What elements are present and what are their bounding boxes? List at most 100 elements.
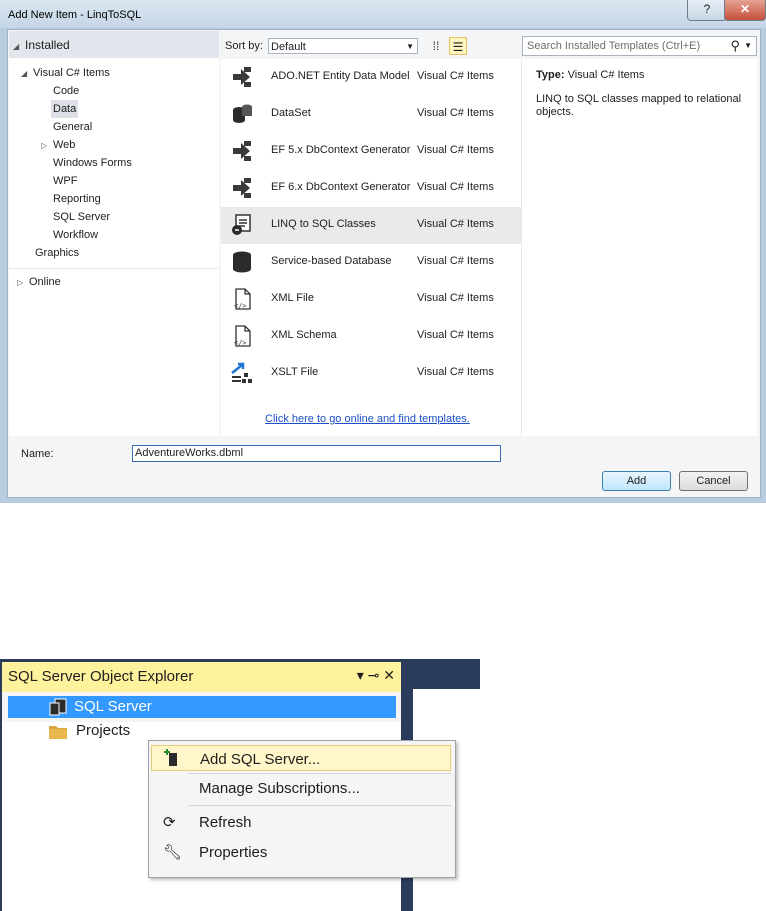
database-icon (233, 104, 252, 123)
tree-item-web[interactable]: ▷ Web (41, 136, 75, 154)
template-info-panel: Type: Visual C# Items LINQ to SQL classe… (522, 59, 757, 436)
tree-item-sql-server[interactable]: SQL Server (53, 208, 110, 226)
svg-text:</>: </> (234, 339, 247, 347)
template-row-service-db[interactable]: Service-based Database Visual C# Items (221, 244, 521, 281)
template-category: Visual C# Items (417, 255, 494, 267)
svg-text:</>: </> (234, 302, 247, 310)
explorer-title: SQL Server Object Explorer (8, 668, 194, 685)
wrench-icon: 🔧︎ (163, 844, 183, 861)
tree-item-windows-forms[interactable]: Windows Forms (53, 154, 132, 172)
sql-server-object-explorer: SQL Server Object Explorer ▾ ⊸ ✕ ⟳ SQL S… (0, 659, 480, 911)
template-row-xslt-file[interactable]: XSLT File Visual C# Items (221, 355, 521, 392)
tree-item-reporting[interactable]: Reporting (53, 190, 101, 208)
linq-icon (232, 214, 251, 235)
list-view-button[interactable]: ☰ (449, 37, 467, 55)
template-category: Visual C# Items (417, 144, 494, 156)
sort-value: Default (271, 41, 306, 53)
tree-item-general[interactable]: General (53, 118, 92, 136)
sort-label: Sort by: (225, 40, 263, 52)
template-category: Visual C# Items (417, 292, 494, 304)
tree-item-visual-csharp[interactable]: ◢ Visual C# Items (21, 64, 110, 82)
menu-item-properties[interactable]: 🔧︎ Properties (151, 839, 451, 865)
sql-server-icon (49, 698, 67, 716)
add-button[interactable]: Add (602, 471, 671, 491)
template-name: ADO.NET Entity Data Model (271, 70, 410, 82)
template-name: EF 6.x DbContext Generator (271, 181, 411, 193)
expand-triangle-icon[interactable]: ◢ (13, 38, 25, 56)
template-row-linq-to-sql[interactable]: LINQ to SQL Classes Visual C# Items (221, 207, 521, 244)
tree-item-code[interactable]: Code (53, 82, 79, 100)
template-name: EF 5.x DbContext Generator (271, 144, 411, 156)
dialog-client: ◢ Installed ◢ Visual C# Items Code Data Ge… (7, 29, 761, 498)
sort-dropdown[interactable]: Default ▼ (268, 38, 418, 54)
tree-item-wpf[interactable]: WPF (53, 172, 77, 190)
close-button[interactable]: ✕ (724, 0, 766, 21)
cancel-button[interactable]: Cancel (679, 471, 748, 491)
template-row-ef6[interactable]: EF 6.x DbContext Generator Visual C# Ite… (221, 170, 521, 207)
category-tree: ◢ Installed ◢ Visual C# Items Code Data Ge… (9, 31, 219, 436)
tree-item-graphics[interactable]: Graphics (35, 244, 79, 262)
tree-item-workflow[interactable]: Workflow (53, 226, 98, 244)
xslt-icon (231, 362, 252, 383)
tree-node-sql-server[interactable]: SQL Server (8, 696, 396, 718)
template-row-ado-net[interactable]: ADO.NET Entity Data Model Visual C# Item… (221, 59, 521, 96)
menu-item-refresh[interactable]: ⟳ Refresh (151, 809, 451, 835)
entity-model-icon (233, 141, 251, 161)
expand-triangle-icon[interactable]: ◢ (21, 65, 33, 83)
context-menu: Add SQL Server... Manage Subscriptions..… (148, 740, 456, 878)
template-row-dataset[interactable]: DataSet Visual C# Items (221, 96, 521, 133)
entity-model-icon (233, 67, 251, 87)
info-type-value: Visual C# Items (567, 69, 645, 81)
refresh-icon: ⟳ (163, 814, 176, 831)
template-name: Service-based Database (271, 255, 392, 267)
grid-icon: ⁞⁞ (432, 39, 440, 53)
template-name: XSLT File (271, 366, 319, 378)
add-server-icon (164, 749, 177, 766)
name-label: Name: (21, 448, 54, 460)
installed-section[interactable]: ◢ Installed (9, 31, 219, 58)
search-input[interactable]: Search Installed Templates (Ctrl+E) ⚲ ▼ (522, 36, 757, 56)
window-title: Add New Item - LinqToSQL (8, 9, 142, 21)
xml-file-icon: </> (234, 325, 251, 347)
template-row-xml-schema[interactable]: </> XML Schema Visual C# Items (221, 318, 521, 355)
online-templates-link[interactable]: Click here to go online and find templat… (265, 413, 470, 425)
template-category: Visual C# Items (417, 366, 494, 378)
tree-node-projects[interactable]: Projects (8, 720, 396, 742)
search-icon[interactable]: ⚲ (730, 38, 740, 54)
chevron-down-icon: ▼ (406, 42, 414, 51)
chevron-down-icon[interactable]: ▼ (744, 41, 752, 50)
collapsed-triangle-icon[interactable]: ▷ (41, 137, 53, 155)
online-section[interactable]: ▷ Online (9, 268, 219, 295)
template-list: ADO.NET Entity Data Model Visual C# Item… (221, 59, 522, 436)
template-row-xml-file[interactable]: </> XML File Visual C# Items (221, 281, 521, 318)
menu-separator (189, 805, 451, 806)
template-category: Visual C# Items (417, 181, 494, 193)
template-name: DataSet (271, 107, 311, 119)
template-row-ef5[interactable]: EF 5.x DbContext Generator Visual C# Ite… (221, 133, 521, 170)
entity-model-icon (233, 178, 251, 198)
menu-item-add-sql-server[interactable]: Add SQL Server... (151, 745, 451, 771)
help-button[interactable]: ? (687, 0, 727, 21)
menu-item-label: Refresh (199, 814, 252, 831)
template-name: XML File (271, 292, 314, 304)
small-icons-view-button[interactable]: ⁞⁞ (427, 37, 445, 55)
template-category: Visual C# Items (417, 329, 494, 341)
xml-file-icon: </> (234, 288, 251, 310)
tree-item-data[interactable]: Data (51, 100, 79, 118)
menu-item-label: Manage Subscriptions... (199, 780, 360, 797)
window-controls[interactable]: ▾ ⊸ ✕ (357, 667, 395, 684)
info-description: LINQ to SQL classes mapped to relational… (536, 93, 742, 118)
template-category: Visual C# Items (417, 218, 494, 230)
name-input[interactable]: AdventureWorks.dbml (132, 445, 501, 462)
collapsed-triangle-icon[interactable]: ▷ (17, 274, 29, 292)
search-placeholder: Search Installed Templates (Ctrl+E) (527, 40, 701, 52)
installed-label: Installed (25, 38, 70, 52)
menu-separator (189, 773, 451, 774)
sort-bar: Sort by: Default ▼ ⁞⁞ ☰ (221, 31, 517, 59)
template-category: Visual C# Items (417, 70, 494, 82)
menu-item-manage-subscriptions[interactable]: Manage Subscriptions... (151, 775, 451, 801)
list-icon: ☰ (452, 40, 464, 54)
menu-item-label: Add SQL Server... (200, 751, 321, 768)
template-name: XML Schema (271, 329, 337, 341)
database-icon (233, 251, 251, 273)
